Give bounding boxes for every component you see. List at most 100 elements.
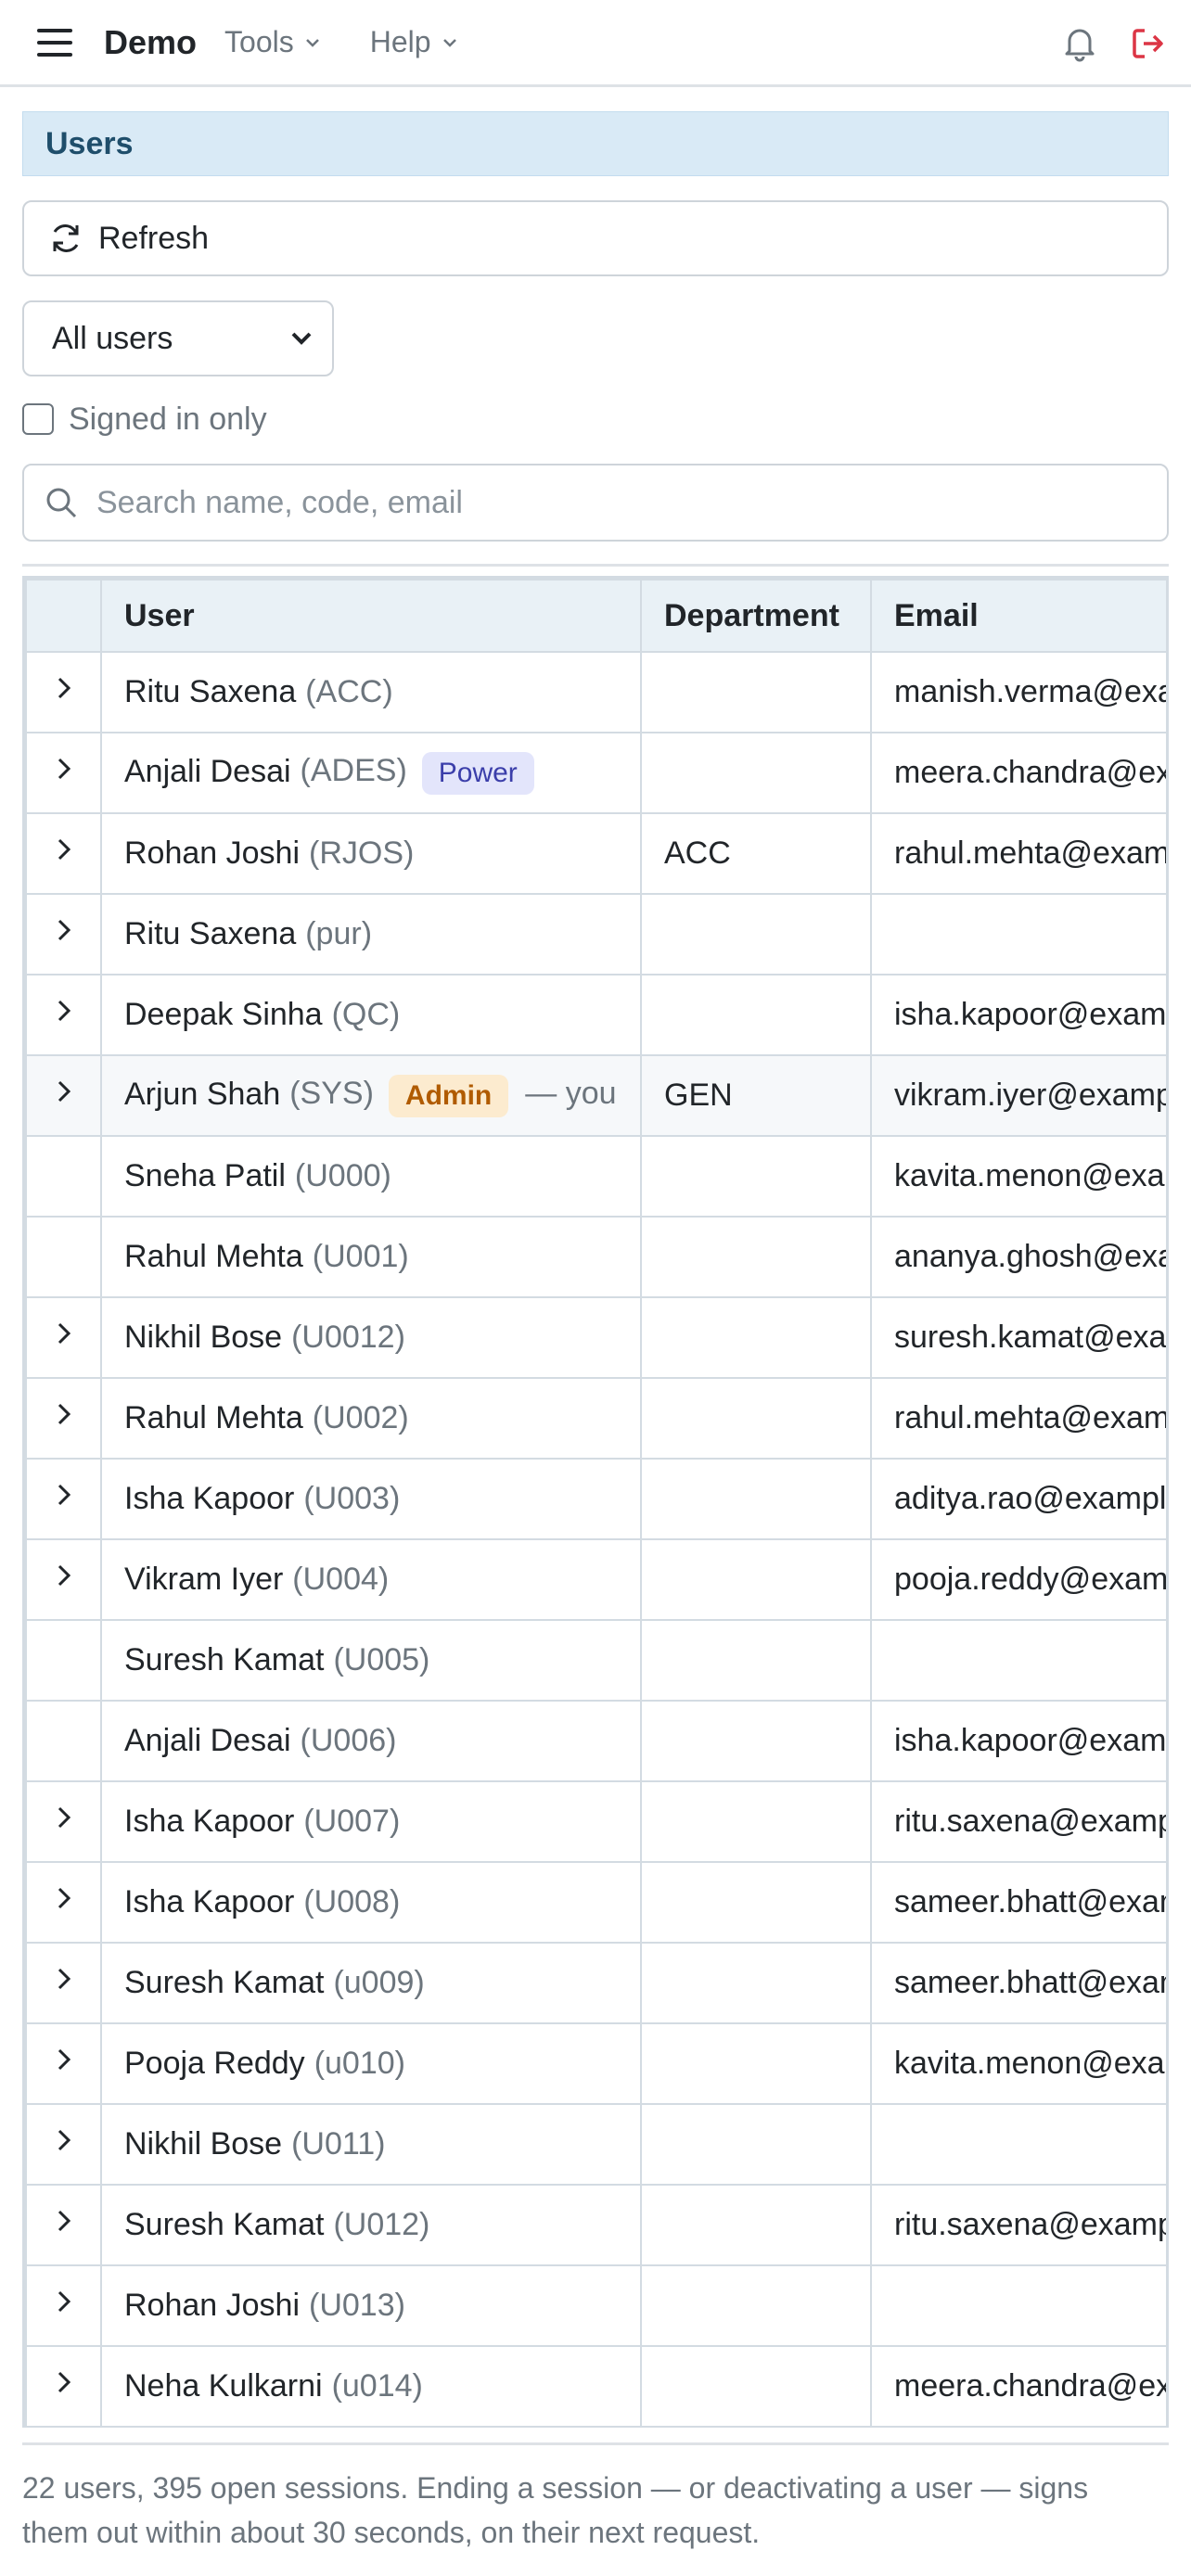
chevron-right-icon[interactable] <box>54 916 74 944</box>
table-row[interactable]: Isha Kapoor (U008) sameer.bhatt@example.co… <box>25 1861 1166 1944</box>
expand-cell[interactable] <box>25 2345 102 2428</box>
user-name[interactable]: Suresh Kamat <box>124 1965 324 2000</box>
brand-title[interactable]: Demo <box>104 23 197 62</box>
user-filter-select[interactable]: All users <box>22 300 334 376</box>
user-name[interactable]: Deepak Sinha <box>124 997 323 1032</box>
column-header-email[interactable]: Email <box>870 579 1166 653</box>
user-name[interactable]: Ritu Saxena <box>124 916 296 951</box>
chevron-right-icon[interactable] <box>54 1078 74 1105</box>
email-cell: ritu.saxena@example.com <box>870 2184 1166 2266</box>
user-name[interactable]: Rahul Mehta <box>124 1239 303 1274</box>
expand-cell[interactable] <box>25 1942 102 2024</box>
user-name[interactable]: Pooja Reddy <box>124 2046 305 2081</box>
user-name[interactable]: Rohan Joshi <box>124 835 300 871</box>
user-cell: Suresh Kamat (U005) <box>100 1619 642 1702</box>
user-cell: Neha Kulkarni (u014) <box>100 2345 642 2428</box>
chevron-right-icon[interactable] <box>54 2288 74 2315</box>
table-row[interactable]: Rohan Joshi (U013) <box>25 2264 1166 2347</box>
user-name[interactable]: Vikram Iyer <box>124 1562 283 1597</box>
users-table-container[interactable]: User Department Email Ritu Saxena (ACC) ma… <box>22 576 1169 2428</box>
user-name[interactable]: Anjali Desai <box>124 753 291 788</box>
tools-menu[interactable]: Tools <box>224 25 322 59</box>
chevron-right-icon[interactable] <box>54 1804 74 1831</box>
chevron-right-icon[interactable] <box>54 2368 74 2396</box>
bell-icon[interactable] <box>1059 23 1100 64</box>
search-field[interactable] <box>22 464 1169 542</box>
help-menu[interactable]: Help <box>370 25 459 59</box>
chevron-right-icon[interactable] <box>54 1965 74 1993</box>
user-name[interactable]: Sneha Patil <box>124 1158 286 1193</box>
user-name[interactable]: Isha Kapoor <box>124 1481 294 1516</box>
signed-in-label[interactable]: Signed in only <box>69 402 267 438</box>
hamburger-icon[interactable] <box>35 23 74 62</box>
user-name[interactable]: Rohan Joshi <box>124 2288 300 2323</box>
chevron-right-icon[interactable] <box>54 997 74 1025</box>
user-name[interactable]: Ritu Saxena <box>124 674 296 709</box>
table-row[interactable]: Pooja Reddy (u010) kavita.menon@example.co… <box>25 2022 1166 2105</box>
department-cell <box>640 1458 872 1540</box>
table-row[interactable]: Isha Kapoor (U003) aditya.rao@example.com <box>25 1458 1166 1540</box>
user-name[interactable]: Anjali Desai <box>124 1723 291 1758</box>
table-row[interactable]: Arjun Shah (SYS) Admin — you GEN vikram.iyer@… <box>25 1054 1166 1137</box>
column-header-department[interactable]: Department <box>640 579 872 653</box>
user-name[interactable]: Isha Kapoor <box>124 1884 294 1919</box>
expand-cell[interactable] <box>25 1296 102 1379</box>
table-row[interactable]: Neha Kulkarni(u014) meera.chandra@example… <box>25 2345 1166 2428</box>
expand-cell[interactable] <box>25 2264 102 2347</box>
table-row[interactable]: Nikhil Bose (U011) <box>25 2103 1166 2186</box>
table-row[interactable]: Rohan Joshi(RJOS)ACCrahul.mehta@example.… <box>25 812 1166 895</box>
chevron-right-icon[interactable] <box>54 755 74 783</box>
search-input[interactable] <box>95 483 1119 522</box>
table-row[interactable]: Anjali Desai (ADES) Power meera.chandra@exa… <box>25 732 1166 814</box>
chevron-right-icon[interactable] <box>54 2046 74 2073</box>
table-row[interactable]: Nikhil Bose (U0012) suresh.kamat@example.c… <box>25 1296 1166 1379</box>
expand-cell[interactable] <box>25 732 102 814</box>
user-name[interactable]: Arjun Shah <box>124 1076 280 1111</box>
column-header-user[interactable]: User <box>100 579 642 653</box>
chevron-right-icon[interactable] <box>54 1320 74 1347</box>
table-row[interactable]: Sneha Patil(U000) kavita.menon@example.co… <box>25 1135 1166 1218</box>
table-row[interactable]: Isha Kapoor (U007) ritu.saxena@example.com <box>25 1780 1166 1863</box>
chevron-right-icon[interactable] <box>54 1400 74 1428</box>
chevron-right-icon[interactable] <box>54 2126 74 2154</box>
expand-cell[interactable] <box>25 651 102 733</box>
table-row[interactable]: Ritu Saxena (ACC) manish.verma@example.com <box>25 651 1166 733</box>
table-row[interactable]: Deepak Sinha(QC) isha.kapoor@example.com <box>25 974 1166 1056</box>
expand-cell[interactable] <box>25 1861 102 1944</box>
user-name[interactable]: Suresh Kamat <box>124 2207 324 2242</box>
expand-cell[interactable] <box>25 1377 102 1460</box>
expand-cell[interactable] <box>25 2103 102 2186</box>
chevron-right-icon[interactable] <box>54 835 74 863</box>
expand-cell[interactable] <box>25 1780 102 1863</box>
user-name[interactable]: Nikhil Bose <box>124 1320 282 1355</box>
table-row[interactable]: Rahul Mehta (U002) rahul.mehta@example.com <box>25 1377 1166 1460</box>
user-name[interactable]: Nikhil Bose <box>124 2126 282 2162</box>
logout-icon[interactable] <box>1128 23 1169 64</box>
chevron-right-icon[interactable] <box>54 1884 74 1912</box>
user-name[interactable]: Isha Kapoor <box>124 1804 294 1839</box>
chevron-right-icon[interactable] <box>54 1562 74 1589</box>
signed-in-checkbox[interactable] <box>22 403 54 435</box>
expand-cell[interactable] <box>25 1054 102 1137</box>
refresh-button[interactable]: Refresh <box>22 200 1169 276</box>
table-row[interactable]: Rahul Mehta (U001) ananya.ghosh@example.co… <box>25 1216 1166 1298</box>
table-row[interactable]: Vikram Iyer (U004) pooja.reddy@example.com <box>25 1538 1166 1621</box>
table-row[interactable]: Suresh Kamat (u009) sameer.bhatt@example.c… <box>25 1942 1166 2024</box>
expand-cell[interactable] <box>25 893 102 976</box>
user-name[interactable]: Suresh Kamat <box>124 1642 324 1677</box>
user-name[interactable]: Rahul Mehta <box>124 1400 303 1435</box>
expand-cell[interactable] <box>25 812 102 895</box>
table-row[interactable]: Ritu Saxena (pur) <box>25 893 1166 976</box>
expand-cell[interactable] <box>25 1538 102 1621</box>
expand-cell[interactable] <box>25 1458 102 1540</box>
user-name[interactable]: Neha Kulkarni <box>124 2368 323 2404</box>
chevron-right-icon[interactable] <box>54 1481 74 1509</box>
expand-cell[interactable] <box>25 2184 102 2266</box>
chevron-right-icon[interactable] <box>54 2207 74 2235</box>
table-row[interactable]: Anjali Desai (U006) isha.kapoor@example.co… <box>25 1700 1166 1782</box>
expand-cell[interactable] <box>25 2022 102 2105</box>
table-row[interactable]: Suresh Kamat (U012) ritu.saxena@example.co… <box>25 2184 1166 2266</box>
chevron-right-icon[interactable] <box>54 674 74 702</box>
expand-cell[interactable] <box>25 974 102 1056</box>
table-row[interactable]: Suresh Kamat (U005) <box>25 1619 1166 1702</box>
